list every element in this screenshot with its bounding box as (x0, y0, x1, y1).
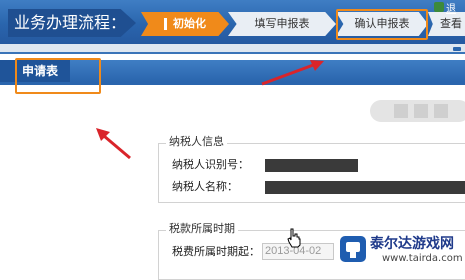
step-view-label: 查看 (440, 17, 462, 30)
annotation-highlight-confirm (336, 9, 428, 40)
watermark-title: 泰尔达游戏网 (370, 236, 454, 252)
taxpayer-name-redacted (265, 181, 465, 194)
blur-block (434, 104, 448, 118)
period-start-label: 税费所属时期起： (172, 245, 260, 258)
taxpayer-name-label: 纳税人名称： (172, 180, 238, 193)
taxpayer-id-redacted (265, 159, 358, 172)
step-fill-form-label: 填写申报表 (254, 17, 310, 30)
watermark-url: www.tairda.com (382, 253, 463, 264)
process-title: 业务办理流程： (8, 9, 136, 37)
blur-block (394, 104, 408, 118)
save-icon[interactable] (434, 2, 444, 12)
blur-block (414, 104, 428, 118)
step-initialize-label: 初始化 (173, 17, 206, 30)
settings-icon[interactable] (453, 47, 461, 51)
red-arrow-icon (96, 128, 131, 160)
step-fill-form[interactable]: 填写申报表 (228, 12, 336, 36)
red-arrow-icon (261, 60, 324, 86)
taxpayer-info-legend: 纳税人信息 (166, 136, 227, 148)
pointer-cursor-icon (287, 228, 301, 248)
taxpayer-id-label: 纳税人识别号： (172, 158, 249, 171)
blurred-element (370, 100, 465, 122)
corner-link[interactable]: 退 (446, 0, 456, 15)
step-initialize[interactable]: 初始化 (141, 12, 229, 36)
step-view[interactable]: 查看 (428, 12, 465, 36)
annotation-highlight-tab (15, 58, 101, 94)
header-divider (0, 52, 465, 54)
taxpayer-info-section (158, 143, 465, 203)
tax-period-legend: 税款所属时期 (166, 223, 238, 235)
step-marker (164, 18, 167, 30)
